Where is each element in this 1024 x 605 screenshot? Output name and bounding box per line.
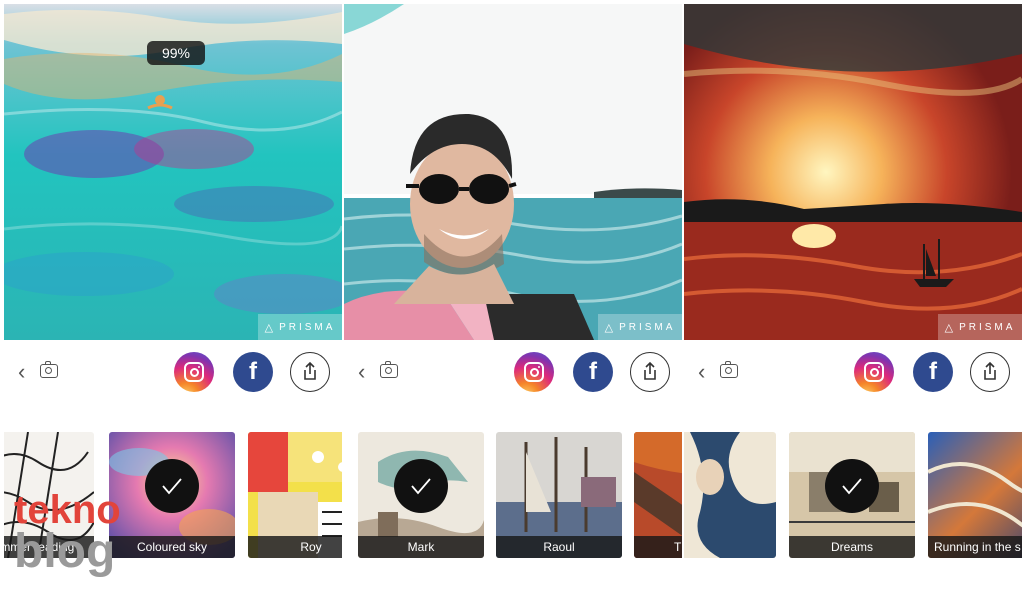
filter-card-selected[interactable]: Dreams [789, 432, 915, 558]
watermark-bottom: blog [14, 525, 116, 578]
filter-label: Coloured sky [109, 536, 235, 558]
screen-dreams: △ PRISMA ‹ f Dreams Running in the s [684, 0, 1022, 605]
back-chevron-icon[interactable]: ‹ [358, 360, 365, 384]
filter-card-selected[interactable]: Coloured sky [109, 432, 235, 558]
share-toolbar: ‹ f [344, 342, 682, 404]
back-chevron-icon[interactable]: ‹ [18, 360, 25, 384]
share-icon [984, 361, 996, 380]
share-button[interactable] [630, 352, 670, 392]
filter-card[interactable]: Running in the s [928, 432, 1022, 558]
styled-photo: △ PRISMA [344, 4, 682, 340]
filter-thumbnail [684, 432, 776, 558]
progress-indicator: 99% [147, 41, 205, 65]
filter-label: Thus D - Lone Wolf [634, 536, 682, 558]
share-toolbar: ‹ f [684, 342, 1022, 404]
screen-coloured-sky: 99% △ PRISMA ‹ f summer reading [4, 0, 342, 605]
filter-carousel[interactable]: Dreams Running in the s [684, 432, 1022, 560]
instagram-icon [524, 362, 544, 382]
prisma-badge: △ PRISMA [938, 314, 1022, 340]
photo-selfie-sea [344, 4, 682, 340]
selected-check [394, 459, 448, 513]
share-icon [644, 361, 656, 380]
instagram-button[interactable] [854, 352, 894, 392]
prisma-badge: △ PRISMA [598, 314, 682, 340]
filter-card[interactable]: Thus D - Lone Wolf [634, 432, 682, 558]
filter-card[interactable] [684, 432, 776, 558]
instagram-button[interactable] [514, 352, 554, 392]
instagram-icon [184, 362, 204, 382]
selected-check [145, 459, 199, 513]
filter-label: Running in the s [928, 536, 1022, 558]
prisma-triangle-icon: △ [944, 321, 954, 334]
styled-photo: △ PRISMA [684, 4, 1022, 340]
watermark-logo: tekno blog [14, 488, 121, 578]
facebook-button[interactable]: f [913, 352, 953, 392]
facebook-icon: f [929, 358, 937, 385]
prisma-badge-label: PRISMA [279, 321, 336, 333]
checkmark-icon [411, 478, 431, 495]
camera-icon[interactable] [380, 361, 398, 378]
filter-label: Roy [248, 536, 342, 558]
filter-label: Raoul [496, 536, 622, 558]
filter-card[interactable]: Roy [248, 432, 342, 558]
facebook-icon: f [589, 358, 597, 385]
filter-card-selected[interactable]: Mark [358, 432, 484, 558]
prisma-badge: △ PRISMA [258, 314, 342, 340]
instagram-icon [864, 362, 884, 382]
share-icon [304, 361, 316, 380]
back-chevron-icon[interactable]: ‹ [698, 360, 705, 384]
camera-icon[interactable] [720, 361, 738, 378]
camera-icon[interactable] [40, 361, 58, 378]
share-button[interactable] [970, 352, 1010, 392]
photo-sunset-dreams [684, 4, 1022, 340]
filter-label: Dreams [789, 536, 915, 558]
checkmark-icon [162, 478, 182, 495]
prisma-triangle-icon: △ [264, 321, 274, 334]
prisma-triangle-icon: △ [604, 321, 614, 334]
share-button[interactable] [290, 352, 330, 392]
checkmark-icon [842, 478, 862, 495]
instagram-button[interactable] [174, 352, 214, 392]
filter-carousel[interactable]: Mark Raoul Thus D - Lone Wolf [344, 432, 682, 560]
prisma-badge-label: PRISMA [959, 321, 1016, 333]
filter-card[interactable]: Raoul [496, 432, 622, 558]
facebook-icon: f [249, 358, 257, 385]
filter-label: Mark [358, 536, 484, 558]
facebook-button[interactable]: f [573, 352, 613, 392]
prisma-badge-label: PRISMA [619, 321, 676, 333]
selected-check [825, 459, 879, 513]
screen-mark: △ PRISMA ‹ f Mark Raoul T [344, 0, 682, 605]
facebook-button[interactable]: f [233, 352, 273, 392]
share-toolbar: ‹ f [4, 342, 342, 404]
styled-photo: 99% △ PRISMA [4, 4, 342, 340]
